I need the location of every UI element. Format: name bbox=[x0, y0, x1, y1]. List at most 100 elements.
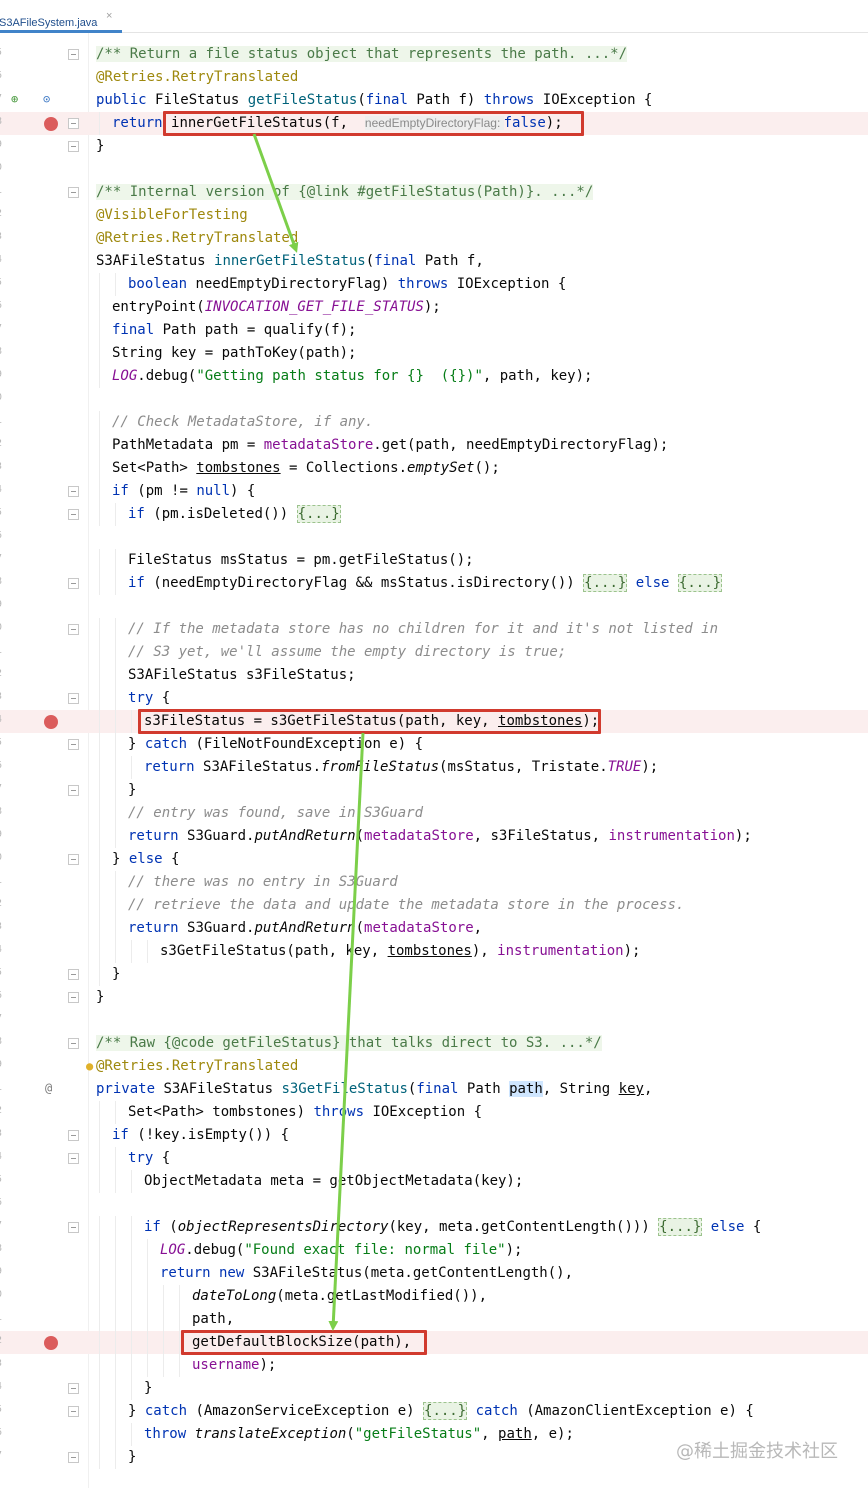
code-line[interactable]: 4 s3GetFileStatus(path, key, tombstones),… bbox=[0, 940, 868, 963]
code-line[interactable]: 5 boolean needEmptyDirectoryFlag) throws … bbox=[0, 273, 868, 296]
fold-toggle-icon[interactable] bbox=[68, 1452, 79, 1463]
line-number[interactable]: 4 bbox=[0, 714, 2, 725]
line-number[interactable]: 5 bbox=[0, 737, 2, 748]
code-line[interactable]: 6 @Retries.RetryTranslated bbox=[0, 66, 868, 89]
line-number[interactable]: 7 bbox=[0, 1450, 2, 1461]
code-line[interactable]: 2 Set<Path> tombstones) throws IOExceptio… bbox=[0, 1101, 868, 1124]
fold-toggle-icon[interactable] bbox=[68, 1130, 79, 1141]
line-number[interactable]: 5 bbox=[0, 507, 2, 518]
line-number[interactable]: 1 bbox=[0, 415, 2, 426]
code-line[interactable]: 3 @Retries.RetryTranslated bbox=[0, 227, 868, 250]
code-line[interactable]: 7 FileStatus msStatus = pm.getFileStatus(… bbox=[0, 549, 868, 572]
breakpoint-icon[interactable] bbox=[44, 1336, 58, 1350]
code-line[interactable]: 5 ObjectMetadata meta = getObjectMetadata… bbox=[0, 1170, 868, 1193]
code-line[interactable]: 5 /** Return a file status object that re… bbox=[0, 43, 868, 66]
code-line[interactable]: 9 bbox=[0, 595, 868, 618]
override-icon[interactable]: ⊕ bbox=[11, 92, 18, 106]
line-number[interactable]: 6 bbox=[0, 530, 2, 541]
line-number[interactable]: 4 bbox=[0, 944, 2, 955]
line-number[interactable]: 7 bbox=[0, 323, 2, 334]
code-line[interactable]: 5 if (pm.isDeleted()) {...} bbox=[0, 503, 868, 526]
line-number[interactable]: 5 bbox=[0, 277, 2, 288]
fold-toggle-icon[interactable] bbox=[68, 693, 79, 704]
line-number[interactable]: 6 bbox=[0, 70, 2, 81]
code-line[interactable]: 3 if (!key.isEmpty()) { bbox=[0, 1124, 868, 1147]
close-icon[interactable]: × bbox=[106, 10, 112, 22]
code-editor[interactable]: 5 /** Return a file status object that re… bbox=[0, 43, 868, 1469]
code-line[interactable]: 1 path, bbox=[0, 1308, 868, 1331]
fold-toggle-icon[interactable] bbox=[68, 49, 79, 60]
code-line[interactable]: 4 try { bbox=[0, 1147, 868, 1170]
code-line[interactable]: 0} else { bbox=[0, 848, 868, 871]
code-line[interactable]: 6 bbox=[0, 526, 868, 549]
code-line[interactable]: 3 return S3Guard.putAndReturn(metadataSto… bbox=[0, 917, 868, 940]
code-line[interactable]: 7 final Path path = qualify(f); bbox=[0, 319, 868, 342]
code-line[interactable]: 3 username); bbox=[0, 1354, 868, 1377]
code-line[interactable]: 2getDefaultBlockSize(path), bbox=[0, 1331, 868, 1354]
code-line[interactable]: 7 bbox=[0, 1009, 868, 1032]
code-line[interactable]: 8 /** Raw {@code getFileStatus} that talk… bbox=[0, 1032, 868, 1055]
line-number[interactable]: 8 bbox=[0, 1036, 2, 1047]
line-number[interactable]: 0 bbox=[0, 1289, 2, 1300]
line-number[interactable]: 4 bbox=[0, 1151, 2, 1162]
line-number[interactable]: 2 bbox=[0, 1335, 2, 1346]
line-number[interactable]: 6 bbox=[0, 300, 2, 311]
code-line[interactable]: 6 return S3AFileStatus.fromFileStatus(msS… bbox=[0, 756, 868, 779]
line-number[interactable]: 5 bbox=[0, 1174, 2, 1185]
line-number[interactable]: 4 bbox=[0, 484, 2, 495]
code-line[interactable]: 9 return S3Guard.putAndReturn(metadataSto… bbox=[0, 825, 868, 848]
line-number[interactable]: 8 bbox=[0, 1243, 2, 1254]
line-number[interactable]: 9 bbox=[0, 829, 2, 840]
code-line[interactable]: 9 LOG.debug("Getting path status for {} (… bbox=[0, 365, 868, 388]
code-line[interactable]: 8 String key = pathToKey(path); bbox=[0, 342, 868, 365]
code-line[interactable]: 7 if (objectRepresentsDirectory(key, meta… bbox=[0, 1216, 868, 1239]
line-number[interactable]: 1 bbox=[0, 875, 2, 886]
fold-toggle-icon[interactable] bbox=[68, 509, 79, 520]
fold-toggle-icon[interactable] bbox=[68, 1038, 79, 1049]
line-number[interactable]: 0 bbox=[0, 852, 2, 863]
code-line[interactable]: 0 bbox=[0, 158, 868, 181]
line-number[interactable]: 3 bbox=[0, 691, 2, 702]
line-number[interactable]: 9 bbox=[0, 139, 2, 150]
line-number[interactable]: 4 bbox=[0, 1381, 2, 1392]
code-line[interactable]: 7} bbox=[0, 779, 868, 802]
fold-toggle-icon[interactable] bbox=[68, 486, 79, 497]
code-line[interactable]: 0 // If the metadata store has no childre… bbox=[0, 618, 868, 641]
code-line[interactable]: 4 if (pm != null) { bbox=[0, 480, 868, 503]
code-line[interactable]: 1 /** Internal version of {@link #getFile… bbox=[0, 181, 868, 204]
code-line[interactable]: 3 try { bbox=[0, 687, 868, 710]
code-line[interactable]: 8 // entry was found, save in S3Guard bbox=[0, 802, 868, 825]
line-number[interactable]: 7 bbox=[0, 1220, 2, 1231]
line-number[interactable]: 2 bbox=[0, 668, 2, 679]
line-number[interactable]: 9 bbox=[0, 369, 2, 380]
fold-toggle-icon[interactable] bbox=[68, 1153, 79, 1164]
line-number[interactable]: 7 bbox=[0, 783, 2, 794]
code-line[interactable]: 2 PathMetadata pm = metadataStore.get(pat… bbox=[0, 434, 868, 457]
line-number[interactable]: 1 bbox=[0, 645, 2, 656]
line-number[interactable]: 8 bbox=[0, 116, 2, 127]
fold-toggle-icon[interactable] bbox=[68, 187, 79, 198]
code-line[interactable]: 1 // there was no entry in S3Guard bbox=[0, 871, 868, 894]
fold-toggle-icon[interactable] bbox=[68, 624, 79, 635]
bulb-icon[interactable]: ● bbox=[86, 1059, 93, 1073]
line-number[interactable]: 3 bbox=[0, 1358, 2, 1369]
fold-toggle-icon[interactable] bbox=[68, 1222, 79, 1233]
code-line[interactable]: 5} bbox=[0, 963, 868, 986]
breakpoint-icon[interactable] bbox=[44, 117, 58, 131]
code-line[interactable]: 9} bbox=[0, 135, 868, 158]
at-icon[interactable]: @ bbox=[45, 1081, 52, 1095]
code-line[interactable]: 1 // S3 yet, we'll assume the empty direc… bbox=[0, 641, 868, 664]
fold-toggle-icon[interactable] bbox=[68, 739, 79, 750]
code-line[interactable]: 7 ⊕ ⊙ public FileStatus getFileStatus(final… bbox=[0, 89, 868, 112]
line-number[interactable]: 4 bbox=[0, 254, 2, 265]
code-line[interactable]: 1 // Check MetadataStore, if any. bbox=[0, 411, 868, 434]
code-line[interactable]: 5} catch (FileNotFoundException e) { bbox=[0, 733, 868, 756]
line-number[interactable]: 5 bbox=[0, 47, 2, 58]
code-line[interactable]: 8 LOG.debug("Found exact file: normal fil… bbox=[0, 1239, 868, 1262]
code-line[interactable]: 2 // retrieve the data and update the met… bbox=[0, 894, 868, 917]
line-number[interactable]: 9 bbox=[0, 1266, 2, 1277]
line-number[interactable]: 0 bbox=[0, 622, 2, 633]
line-number[interactable]: 1 bbox=[0, 185, 2, 196]
line-number[interactable]: 2 bbox=[0, 438, 2, 449]
code-line[interactable]: 5} catch (AmazonServiceException e) {...… bbox=[0, 1400, 868, 1423]
